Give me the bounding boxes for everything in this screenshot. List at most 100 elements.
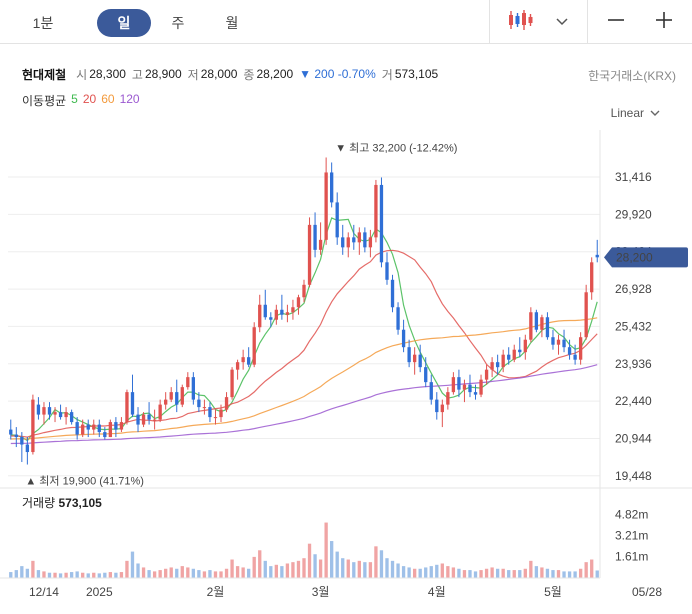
candle-body: [175, 392, 179, 405]
low-marker-label: ▲ 최저 19,900 (41.71%): [25, 475, 144, 488]
date-axis: 12/14 2025 2월 3월 4월 5월 05/28: [0, 577, 662, 599]
candle: [468, 374, 472, 398]
volume-bar: [197, 570, 201, 578]
candle-body: [490, 362, 494, 370]
candle-body: [241, 357, 245, 363]
volume-bar: [42, 571, 46, 578]
candle: [130, 374, 135, 418]
price-tick-label: 19,448: [615, 469, 652, 483]
candle-body: [590, 262, 594, 293]
volume-bar: [296, 560, 301, 578]
volume-series: [9, 522, 599, 578]
candle-body: [280, 309, 284, 315]
volume-bar: [545, 568, 550, 578]
candle: [341, 224, 345, 255]
volume-bar: [507, 570, 511, 578]
ma-20-line: [10, 249, 598, 438]
volume-bar: [81, 572, 85, 578]
candle-body: [47, 407, 52, 415]
volume-bar: [595, 570, 599, 578]
candle: [191, 372, 196, 405]
volume-bar: [114, 572, 118, 578]
candle-body: [247, 357, 251, 365]
candle-body: [152, 419, 157, 421]
candle-body: [197, 399, 201, 408]
volume-bar: [424, 567, 428, 578]
volume-bar: [158, 570, 162, 578]
volume-bar: [363, 562, 367, 578]
candle: [595, 239, 599, 263]
candle-body: [495, 362, 500, 368]
volume-bar: [58, 573, 63, 578]
candle-body: [518, 349, 522, 353]
volume-bar: [9, 572, 13, 578]
volume-bar: [556, 570, 561, 578]
candle: [180, 384, 184, 408]
volume-bar: [346, 559, 350, 578]
candle: [152, 409, 157, 430]
candle-body: [296, 297, 301, 308]
candle-body: [213, 417, 218, 419]
candle-body: [484, 369, 489, 380]
volume-bar: [446, 566, 450, 578]
volume-bar: [418, 568, 422, 578]
volume-bar: [274, 564, 278, 578]
candle-body: [368, 237, 373, 248]
volume-bar: [429, 566, 433, 578]
volume-bar: [501, 568, 505, 578]
volume-bar: [341, 558, 345, 578]
volume-panel-value: 573,105: [58, 496, 102, 510]
volume-bar: [318, 559, 323, 578]
candle: [296, 294, 301, 315]
volume-bar: [119, 572, 124, 578]
volume-bar: [412, 568, 417, 578]
price-tick-label: 20,944: [615, 431, 652, 445]
candle: [175, 379, 179, 413]
volume-bar: [263, 560, 267, 578]
candle-body: [313, 224, 317, 250]
volume-bar: [191, 568, 196, 578]
volume-bar: [562, 571, 566, 578]
volume-bar: [385, 558, 389, 578]
candle: [556, 334, 561, 355]
volume-bar: [313, 554, 317, 578]
candle-body: [468, 384, 472, 393]
candle: [69, 409, 74, 425]
candle: [451, 372, 456, 395]
candle-body: [341, 237, 345, 248]
candle: [368, 229, 373, 258]
volume-bar: [302, 558, 306, 578]
candle-body: [540, 317, 544, 330]
date-tick-label: 05/28: [632, 585, 662, 599]
candle-body: [92, 424, 96, 430]
candle: [479, 374, 483, 398]
price-tick-label: 23,936: [615, 357, 652, 371]
candle-body: [507, 354, 511, 360]
candle: [164, 392, 168, 410]
volume-bar: [440, 563, 444, 578]
candle-body: [103, 432, 107, 438]
volume-bar: [269, 566, 273, 578]
price-tick-label: 31,416: [615, 170, 652, 184]
price-tick-label: 29,920: [615, 207, 652, 221]
price-chart[interactable]: 31,41629,92028,42426,92825,43223,93622,4…: [0, 0, 692, 614]
candle-body: [9, 429, 13, 435]
candle: [235, 359, 240, 380]
volume-bar: [330, 541, 334, 578]
candle-body: [269, 317, 273, 320]
candle: [396, 302, 400, 335]
candle: [374, 179, 378, 243]
candle: [335, 192, 339, 245]
volume-bar: [14, 570, 18, 578]
candle-body: [114, 422, 118, 430]
candle-body: [36, 404, 41, 415]
candle-body: [108, 422, 113, 438]
candle: [357, 227, 361, 255]
volume-axis: 4.82m 3.21m 1.61m: [615, 507, 648, 563]
volume-bar: [180, 566, 184, 578]
candle: [584, 284, 588, 340]
volume-bar: [103, 572, 107, 578]
volume-bar: [25, 568, 30, 578]
candle: [379, 177, 384, 268]
candle-body: [335, 202, 339, 238]
